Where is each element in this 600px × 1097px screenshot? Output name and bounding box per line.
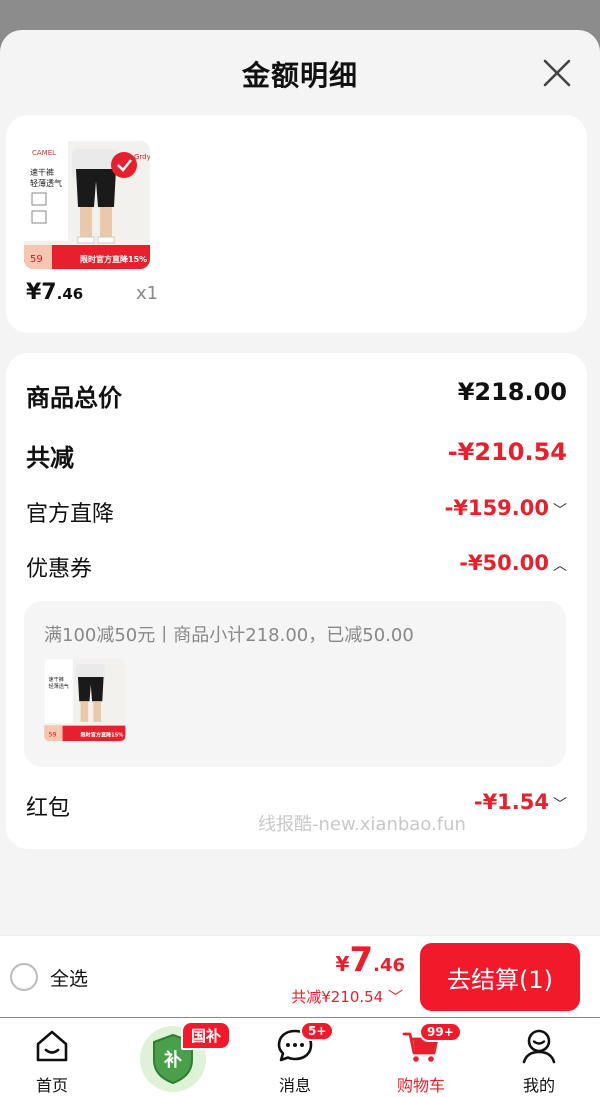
product-thumbnail[interactable]: CAMEL 速干裤 轻薄透气 Grdy 59 限时官方直降15%: [24, 141, 150, 269]
coupon-detail-box: 满100减50元丨商品小计218.00，已减50.00 速干裤 轻薄透气 59 …: [24, 601, 566, 767]
total-reduction-link[interactable]: 共减¥210.54 ﹀: [291, 986, 403, 1007]
total-price-label: 商品总价: [26, 384, 122, 412]
radio-circle-icon[interactable]: [10, 963, 38, 991]
total-price-row: 商品总价 ¥218.00: [26, 378, 567, 418]
watermark: 线报酷-new.xianbao.fun: [258, 814, 466, 835]
svg-text:轻薄透气: 轻薄透气: [30, 178, 62, 188]
sheet-title: 金额明细: [241, 59, 358, 92]
total-price-value: ¥218.00: [457, 378, 567, 406]
svg-text:Grdy: Grdy: [134, 153, 150, 161]
checkout-bar: 全选 ¥7.46 共减¥210.54 ﹀ 去结算(1): [0, 935, 600, 1017]
product-price: ¥7.46: [26, 280, 84, 305]
messages-badge: 5+: [300, 1021, 335, 1041]
amount-detail-sheet: 金额明细 CAMEL 速干裤 轻薄透气 Grdy 59 限时官方直降15% ¥7…: [0, 30, 600, 935]
svg-text:59: 59: [48, 731, 56, 739]
svg-text:59: 59: [30, 254, 43, 265]
tab-cart-label: 购物车: [396, 1076, 445, 1095]
chevron-down-icon[interactable]: ﹀: [553, 794, 567, 814]
product-quantity: x1: [136, 283, 159, 304]
chevron-down-icon: ﹀: [383, 988, 403, 1006]
svg-text:速干裤: 速干裤: [48, 676, 63, 683]
bottom-tab-bar: 首页 补 国补 5+ 消息 99+ 购物车 我的: [0, 1018, 600, 1097]
svg-text:轻薄透气: 轻薄透气: [48, 683, 68, 690]
red-packet-value: -¥1.54 ﹀: [473, 790, 567, 814]
user-icon: [522, 1029, 556, 1064]
product-card: CAMEL 速干裤 轻薄透气 Grdy 59 限时官方直降15% ¥7.46 x…: [6, 115, 587, 333]
price-summary-card: 商品总价 ¥218.00 共减 -¥210.54 官方直降 -¥159.00 ﹀ …: [6, 353, 587, 849]
gov-subsidy-badge: 国补: [181, 1021, 232, 1050]
coupon-row[interactable]: 优惠券 -¥50.00 ︿: [26, 551, 567, 591]
close-icon[interactable]: [540, 56, 574, 90]
tab-messages[interactable]: 5+ 消息: [245, 1018, 345, 1097]
coupon-label: 优惠券: [26, 557, 93, 582]
coupon-value: -¥50.00 ︿: [459, 551, 567, 575]
tab-cart[interactable]: 99+ 购物车: [371, 1018, 471, 1097]
coupon-description: 满100减50元丨商品小计218.00，已减50.00: [44, 625, 414, 646]
tab-messages-label: 消息: [278, 1076, 311, 1095]
home-icon: [36, 1030, 68, 1062]
svg-text:速干裤: 速干裤: [30, 167, 54, 177]
official-discount-row[interactable]: 官方直降 -¥159.00 ﹀: [26, 496, 567, 536]
tab-mine-label: 我的: [522, 1076, 555, 1095]
tab-home-label: 首页: [35, 1076, 68, 1095]
tab-mine[interactable]: 我的: [489, 1018, 589, 1097]
payable-amount: ¥7.46: [335, 940, 405, 980]
red-packet-label: 红包: [26, 796, 71, 821]
svg-text:补: 补: [163, 1049, 182, 1071]
select-all-label: 全选: [50, 967, 89, 990]
chevron-up-icon[interactable]: ︿: [553, 555, 567, 575]
coupon-product-thumbnail[interactable]: 速干裤 轻薄透气 59 限时官方直降15%: [44, 659, 126, 741]
svg-text:限时官方直降15%: 限时官方直降15%: [81, 732, 124, 739]
svg-text:限时官方直降15%: 限时官方直降15%: [80, 254, 147, 264]
official-discount-label: 官方直降: [26, 502, 115, 527]
select-all-checkbox[interactable]: 全选: [10, 963, 88, 991]
cart-badge: 99+: [419, 1022, 462, 1042]
tab-home[interactable]: 首页: [2, 1018, 102, 1097]
chevron-down-icon[interactable]: ﹀: [553, 500, 567, 520]
total-reduction-label: 共减: [26, 444, 74, 472]
total-reduction-value: -¥210.54: [447, 438, 567, 466]
official-discount-value: -¥159.00 ﹀: [444, 496, 567, 520]
total-reduction-row: 共减 -¥210.54: [26, 438, 567, 478]
checkout-button[interactable]: 去结算(1): [420, 943, 580, 1011]
brand-mark: CAMEL: [32, 149, 56, 157]
